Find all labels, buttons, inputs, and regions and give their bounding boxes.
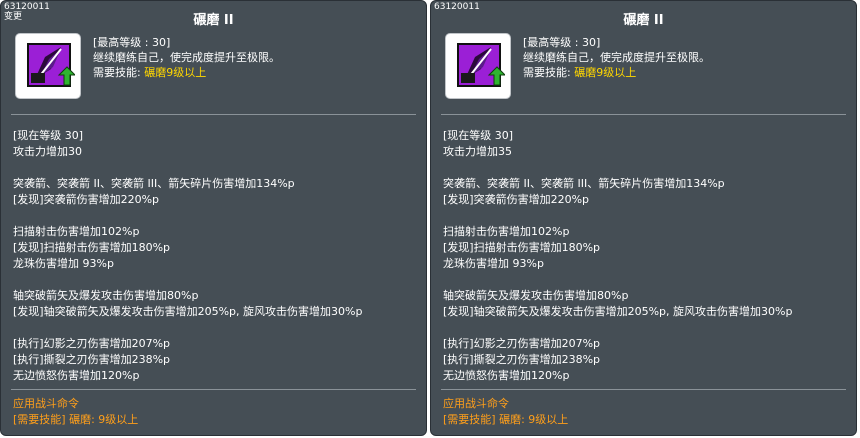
skill-icon-frame (445, 33, 511, 99)
effect-line: 扫描射击伤害增加102%p (13, 225, 140, 238)
effect-line: 轴突破箭矢及爆发攻击伤害增加80%p (13, 289, 199, 302)
effect-line: 轴突破箭矢及爆发攻击伤害增加80%p (443, 289, 629, 302)
effect-line: [发现]突袭箭伤害增加220%p (443, 193, 590, 206)
effect-line: 扫描射击伤害增加102%p (443, 225, 570, 238)
effect-line: 龙珠伤害增加 93%p (443, 257, 544, 270)
skill-title: 碾磨 II (193, 13, 234, 28)
footer-required-skill: [需要技能] 碾磨: 9级以上 (443, 413, 569, 426)
required-skill: 需要技能: 碾磨9级以上 (93, 65, 280, 80)
effect-line: [发现]扫描射击伤害增加180%p (13, 241, 171, 254)
effect-line: [发现]突袭箭伤害增加220%p (13, 193, 160, 206)
skill-effects: [现在等级 30] 攻击力增加30 突袭箭、突袭箭 II、突袭箭 III、箭矢碎… (13, 128, 362, 384)
effect-line: [执行]幻影之刃伤害增加207%p (13, 337, 171, 350)
divider (11, 114, 416, 115)
skill-header: [最高等级 : 30] 继续磨练自己，使完成度提升至极限。 需要技能: 碾磨9级… (523, 35, 710, 80)
skill-title: 碾磨 II (623, 13, 664, 28)
attack-bonus: 攻击力增加35 (443, 145, 512, 158)
battle-command: 应用战斗命令 (443, 397, 509, 410)
footer-required-skill: [需要技能] 碾磨: 9级以上 (13, 413, 139, 426)
effect-line: [执行]撕裂之刃伤害增加238%p (443, 353, 601, 366)
max-level: [最高等级 : 30] (523, 36, 601, 49)
divider (441, 389, 846, 390)
divider (11, 389, 416, 390)
effect-line: 突袭箭、突袭箭 II、突袭箭 III、箭矢碎片伤害增加134%p (13, 177, 295, 190)
effect-line: 突袭箭、突袭箭 II、突袭箭 III、箭矢碎片伤害增加134%p (443, 177, 725, 190)
skill-effects: [现在等级 30] 攻击力增加35 突袭箭、突袭箭 II、突袭箭 III、箭矢碎… (443, 128, 792, 384)
divider (441, 114, 846, 115)
skill-footer: 应用战斗命令 [需要技能] 碾磨: 9级以上 (13, 396, 138, 428)
skill-icon (457, 43, 505, 87)
effect-line: 无边愤怒伤害增加120%p (13, 369, 140, 382)
skill-desc: 继续磨练自己，使完成度提升至极限。 (523, 51, 710, 64)
required-skill: 需要技能: 碾磨9级以上 (523, 65, 710, 80)
max-level: [最高等级 : 30] (93, 36, 171, 49)
effect-line: [执行]幻影之刃伤害增加207%p (443, 337, 601, 350)
effect-line: [执行]撕裂之刃伤害增加238%p (13, 353, 171, 366)
skill-desc: 继续磨练自己，使完成度提升至极限。 (93, 51, 280, 64)
battle-command: 应用战斗命令 (13, 397, 79, 410)
effect-line: 无边愤怒伤害增加120%p (443, 369, 570, 382)
effect-line: [发现]扫描射击伤害增加180%p (443, 241, 601, 254)
required-skill-label: 需要技能: (523, 66, 575, 79)
skill-icon-frame (15, 33, 81, 99)
current-level: [现在等级 30] (443, 129, 514, 142)
attack-bonus: 攻击力增加30 (13, 145, 82, 158)
skill-icon (27, 43, 75, 87)
skill-tooltip-right: 63120011 碾磨 II [最高等级 : 30] 继续磨练自己，使完成度提升… (430, 0, 857, 436)
required-skill-value: 碾磨9级以上 (144, 66, 207, 79)
skill-footer: 应用战斗命令 [需要技能] 碾磨: 9级以上 (443, 396, 568, 428)
effect-line: [发现]轴突破箭矢及爆发攻击伤害增加205%p, 旋风攻击伤害增加30%p (13, 305, 363, 318)
skill-header: [最高等级 : 30] 继续磨练自己，使完成度提升至极限。 需要技能: 碾磨9级… (93, 35, 280, 80)
skill-tooltip-left: 63120011 变更 碾磨 II [最高等级 : 30] 继续磨练自己，使完成… (0, 0, 427, 436)
effect-line: 龙珠伤害增加 93%p (13, 257, 114, 270)
effect-line: [发现]轴突破箭矢及爆发攻击伤害增加205%p, 旋风攻击伤害增加30%p (443, 305, 793, 318)
required-skill-value: 碾磨9级以上 (574, 66, 637, 79)
required-skill-label: 需要技能: (93, 66, 145, 79)
current-level: [现在等级 30] (13, 129, 84, 142)
